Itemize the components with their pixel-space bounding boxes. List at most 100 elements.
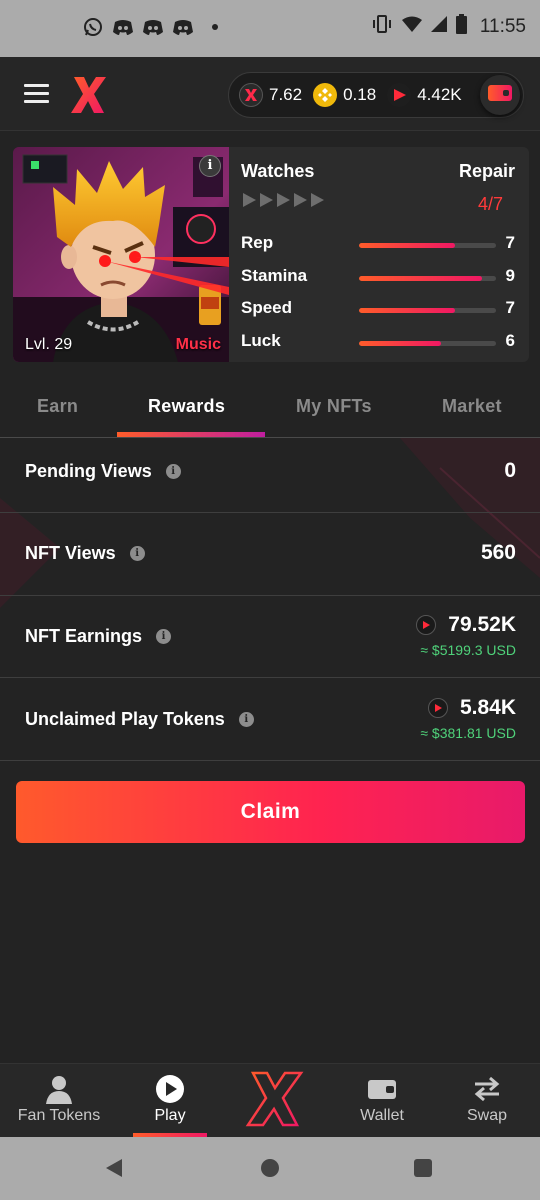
- nav-play[interactable]: Play: [133, 1064, 207, 1138]
- x-token-icon: [239, 83, 263, 107]
- stat-label: Rep: [241, 233, 274, 252]
- nft-earnings-row: NFT Earnings i 79.52K ≈ $5199.3 USD: [0, 596, 540, 678]
- nft-earnings-amount: 79.52K: [416, 613, 516, 637]
- play-token-icon: [387, 83, 412, 107]
- play-token-icon: [427, 698, 448, 718]
- stat-stamina: Stamina 9: [241, 266, 529, 290]
- play-token-icon: [416, 615, 437, 635]
- battery-icon: [455, 14, 467, 39]
- vibrate-icon: [371, 15, 393, 38]
- stat-value: 7: [505, 298, 515, 317]
- nav-swap[interactable]: Swap: [450, 1064, 524, 1138]
- nft-earnings-label: NFT Earnings: [25, 626, 143, 646]
- swap-icon: [470, 1074, 504, 1104]
- play-circle-icon: [153, 1074, 187, 1104]
- stat-bar: [359, 308, 496, 313]
- nft-earnings-value: 79.52K: [448, 613, 516, 636]
- tab-my-nfts[interactable]: My NFTs: [296, 396, 372, 417]
- app-root: 11:55 7.62 0.18 4.42K i Lvl. 29 Music Wa…: [0, 0, 540, 1200]
- nft-category: Watches: [241, 161, 315, 181]
- nft-views-value: 560: [480, 541, 516, 564]
- star-rating: [243, 193, 324, 207]
- tab-earn[interactable]: Earn: [37, 396, 78, 417]
- star-icon: [294, 193, 307, 207]
- stat-bar: [359, 243, 496, 248]
- stat-rep: Rep 7: [241, 233, 529, 257]
- discord-icon: [112, 16, 134, 38]
- system-nav-bar: [0, 1137, 540, 1200]
- star-icon: [243, 193, 256, 207]
- status-bar: 11:55: [0, 0, 540, 57]
- menu-icon[interactable]: [24, 84, 49, 104]
- stat-label: Speed: [241, 298, 293, 317]
- wifi-icon: [401, 16, 422, 37]
- wallet-button[interactable]: [480, 75, 520, 115]
- stat-bar-fill: [359, 341, 442, 346]
- info-icon[interactable]: i: [238, 712, 254, 727]
- nft-image[interactable]: i Lvl. 29 Music: [13, 147, 229, 362]
- nft-card[interactable]: i Lvl. 29 Music Watches Repair 4/7 Rep 7…: [13, 147, 529, 362]
- discord-icon: [142, 16, 164, 38]
- play-token-balance: 4.42K: [387, 83, 462, 107]
- stat-bar: [359, 341, 496, 346]
- info-icon[interactable]: i: [165, 464, 181, 479]
- unclaimed-usd: ≈ $381.81 USD: [420, 725, 516, 741]
- stat-bar-fill: [359, 308, 455, 313]
- unclaimed-label: Unclaimed Play Tokens: [25, 709, 225, 729]
- stat-bar: [359, 276, 496, 281]
- star-icon: [277, 193, 290, 207]
- notification-icons: [82, 16, 218, 38]
- tab-bar: Earn Rewards My NFTs Market: [0, 382, 540, 438]
- nft-earnings-usd: ≈ $5199.3 USD: [420, 642, 516, 658]
- recents-icon[interactable]: [414, 1159, 432, 1177]
- unclaimed-value: 5.84K: [459, 696, 516, 719]
- clock: 11:55: [479, 15, 526, 37]
- stat-value: 7: [505, 233, 515, 252]
- stat-bar-fill: [359, 276, 483, 281]
- stat-label: Stamina: [241, 266, 308, 285]
- stat-value: 6: [505, 331, 515, 350]
- bnb-balance: 0.18: [313, 83, 376, 107]
- whatsapp-icon: [82, 16, 104, 38]
- nav-x-home[interactable]: [238, 1064, 312, 1138]
- pending-views-row: Pending Views i 0: [0, 438, 540, 513]
- dot-icon: [212, 24, 218, 30]
- stat-label: Luck: [241, 331, 281, 350]
- active-tab-indicator: [117, 432, 265, 437]
- nft-views-row: NFT Views i 560: [0, 513, 540, 596]
- nft-stats: Watches Repair 4/7 Rep 7 Stamina 9 Speed…: [241, 147, 529, 362]
- repair-button[interactable]: Repair: [459, 161, 515, 182]
- nft-info-icon[interactable]: i: [199, 155, 221, 177]
- nft-views-label: NFT Views: [25, 543, 116, 563]
- unclaimed-amount: 5.84K: [427, 696, 516, 720]
- star-icon: [311, 193, 324, 207]
- balances-pill[interactable]: 7.62 0.18 4.42K: [228, 72, 524, 118]
- tab-market[interactable]: Market: [442, 396, 502, 417]
- back-icon[interactable]: [106, 1159, 122, 1177]
- unclaimed-row: Unclaimed Play Tokens i 5.84K ≈ $381.81 …: [0, 678, 540, 761]
- tab-rewards[interactable]: Rewards: [148, 396, 225, 417]
- nft-level: Lvl. 29: [25, 336, 73, 353]
- home-icon[interactable]: [261, 1159, 279, 1177]
- info-icon[interactable]: i: [129, 546, 145, 561]
- star-icon: [260, 193, 273, 207]
- bnb-coin-icon: [313, 83, 338, 107]
- person-icon: [42, 1074, 76, 1104]
- nav-wallet[interactable]: Wallet: [345, 1064, 419, 1138]
- system-status: 11:55: [371, 14, 526, 39]
- pending-views-label: Pending Views: [25, 461, 152, 481]
- stat-luck: Luck 6: [241, 331, 529, 355]
- app-header: 7.62 0.18 4.42K: [0, 57, 540, 131]
- nft-genre: Music: [175, 336, 221, 353]
- nav-fan-tokens[interactable]: Fan Tokens: [8, 1064, 110, 1138]
- app-logo[interactable]: [70, 75, 108, 115]
- claim-button[interactable]: Claim: [16, 781, 525, 843]
- repair-count: 4/7: [477, 194, 503, 214]
- x-token-balance: 7.62: [239, 83, 302, 107]
- stat-bar-fill: [359, 243, 455, 248]
- info-icon[interactable]: i: [156, 629, 172, 644]
- wallet-icon: [365, 1074, 399, 1104]
- pending-views-value: 0: [504, 459, 516, 482]
- x-logo-icon: [245, 1070, 305, 1128]
- discord-icon: [172, 16, 194, 38]
